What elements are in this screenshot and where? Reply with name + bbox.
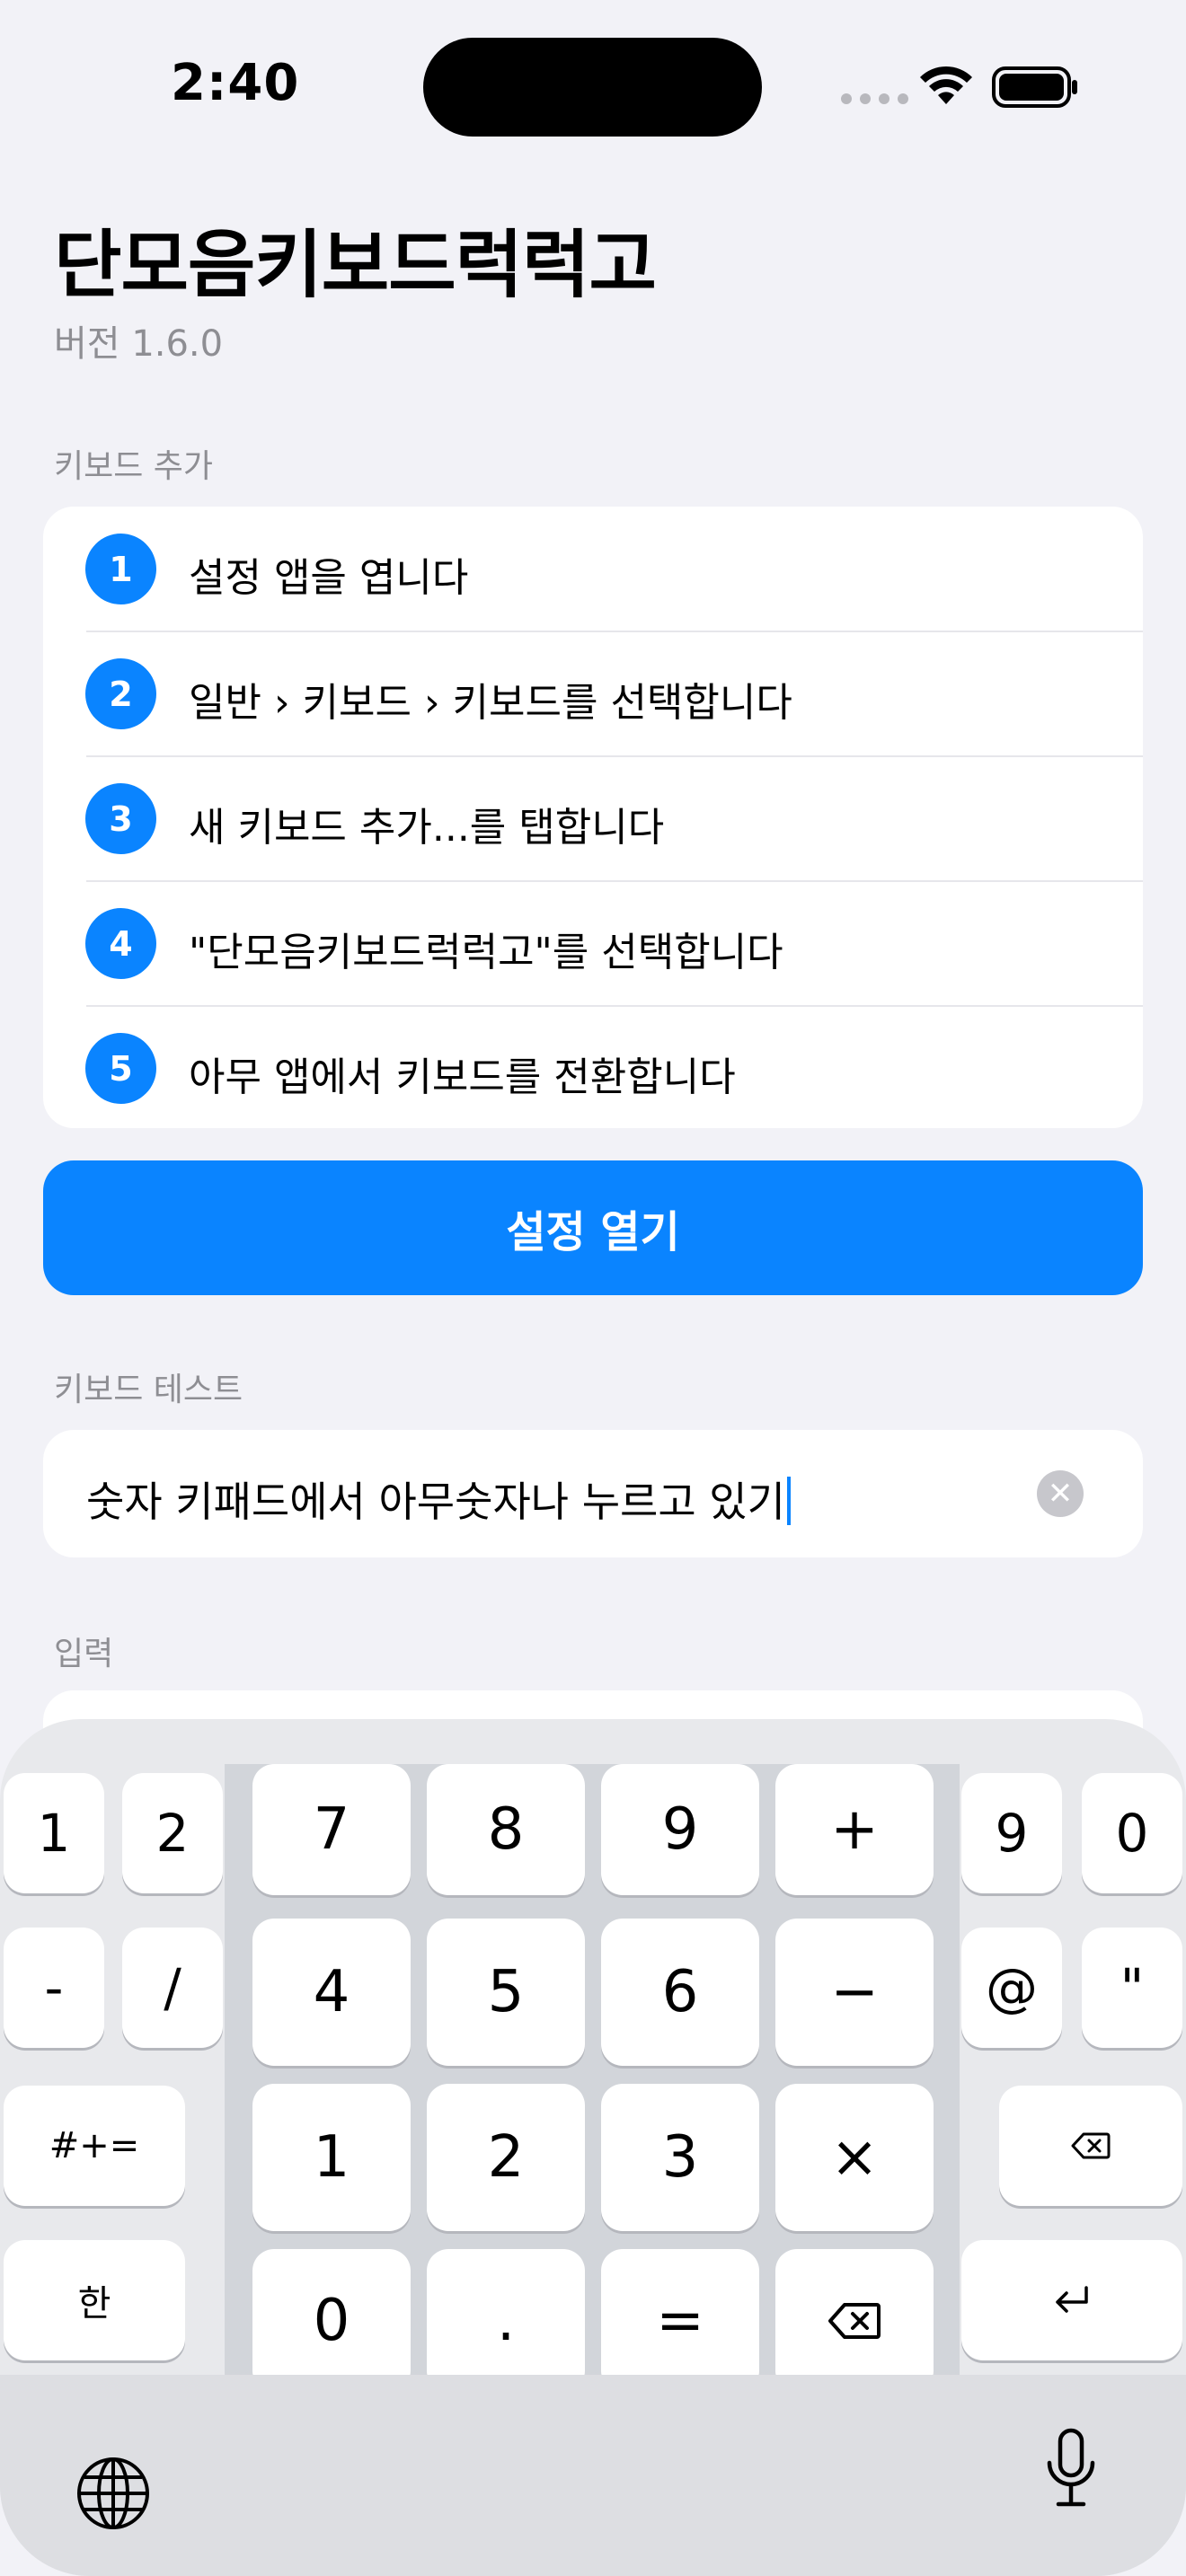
battery-icon (992, 66, 1077, 108)
step-text: 아무 앱에서 키보드를 전환합니다 (189, 1054, 736, 1100)
numpad-key-4[interactable]: 4 (252, 1919, 411, 2066)
numpad-key-2[interactable]: 2 (427, 2084, 585, 2231)
delete-icon (828, 2303, 881, 2339)
steps-card: 1 설정 앱을 엽니다 2 일반 › 키보드 › 키보드를 선택합니다 3 새 … (43, 507, 1143, 1128)
step-row: 3 새 키보드 추가...를 탭합니다 (43, 756, 1143, 881)
step-text: 일반 › 키보드 › 키보드를 선택합니다 (189, 680, 792, 726)
key-language-korean[interactable]: 한 (4, 2240, 185, 2360)
step-number-badge: 2 (85, 658, 156, 729)
numpad-key-0[interactable]: 0 (252, 2249, 411, 2393)
numpad-key-7[interactable]: 7 (252, 1764, 411, 1895)
section-label-keyboard-test: 키보드 테스트 (54, 1372, 243, 1408)
step-row: 1 설정 앱을 엽니다 (43, 507, 1143, 631)
numpad-key-plus[interactable]: + (775, 1764, 934, 1895)
numpad-key-5[interactable]: 5 (427, 1919, 585, 2066)
open-settings-button[interactable]: 설정 열기 (43, 1160, 1143, 1295)
numeric-keypad-popup: 7 8 9 + 4 5 6 − 1 2 3 × 0 . = (225, 1764, 960, 2393)
delete-icon (1071, 2132, 1111, 2159)
section-label-input: 입력 (54, 1636, 114, 1672)
numpad-key-1[interactable]: 1 (252, 2084, 411, 2231)
wifi-icon (920, 66, 972, 104)
numpad-key-6[interactable]: 6 (601, 1919, 759, 2066)
key-symbols[interactable]: #+= (4, 2086, 185, 2206)
key-slash[interactable]: / (122, 1928, 223, 2048)
page-title: 단모음키보드럭럭고 (54, 223, 657, 308)
keyboard-bottom-bar (0, 2375, 1186, 2576)
text-caret (786, 1477, 791, 1525)
numpad-key-multiply[interactable]: × (775, 2084, 934, 2231)
step-number-badge: 1 (85, 534, 156, 604)
key-0[interactable]: 0 (1082, 1773, 1182, 1893)
dynamic-island (423, 38, 762, 137)
keyboard: 1 2 - / #+= 한 9 0 @ " 7 8 9 + 4 5 6 − 1 … (0, 1719, 1186, 2576)
delete-key[interactable] (999, 2086, 1182, 2206)
numpad-key-decimal[interactable]: . (427, 2249, 585, 2393)
step-number-badge: 4 (85, 908, 156, 979)
numpad-key-8[interactable]: 8 (427, 1764, 585, 1895)
microphone-icon[interactable] (1042, 2427, 1100, 2510)
step-text: "단모음키보드럭럭고"를 선택합니다 (189, 930, 783, 975)
signal-dots-icon (841, 93, 908, 104)
test-input-value: 숫자 키패드에서 아무숫자나 누르고 있기 (86, 1478, 785, 1526)
status-time: 2:40 (171, 54, 300, 112)
step-number-badge: 3 (85, 783, 156, 854)
step-text: 새 키보드 추가...를 탭합니다 (189, 805, 665, 851)
return-icon (1056, 2286, 1088, 2313)
section-label-add-keyboard: 키보드 추가 (54, 448, 214, 485)
key-at[interactable]: @ (961, 1928, 1062, 2048)
clear-text-icon[interactable]: ✕ (1037, 1470, 1084, 1517)
step-text: 설정 앱을 엽니다 (189, 555, 469, 601)
numpad-key-9[interactable]: 9 (601, 1764, 759, 1895)
key-hyphen[interactable]: - (4, 1928, 104, 2048)
key-2[interactable]: 2 (122, 1773, 223, 1893)
numpad-delete-key[interactable] (775, 2249, 934, 2393)
step-row: 4 "단모음키보드럭럭고"를 선택합니다 (43, 881, 1143, 1006)
return-key[interactable] (961, 2240, 1182, 2360)
step-number-badge: 5 (85, 1033, 156, 1104)
numpad-key-3[interactable]: 3 (601, 2084, 759, 2231)
key-9[interactable]: 9 (961, 1773, 1062, 1893)
key-quote[interactable]: " (1082, 1928, 1182, 2048)
globe-icon[interactable] (75, 2456, 151, 2531)
key-1[interactable]: 1 (4, 1773, 104, 1893)
keyboard-test-input[interactable]: 숫자 키패드에서 아무숫자나 누르고 있기 ✕ (43, 1430, 1143, 1557)
numpad-key-equals[interactable]: = (601, 2249, 759, 2393)
version-label: 버전 1.6.0 (54, 323, 224, 365)
step-row: 2 일반 › 키보드 › 키보드를 선택합니다 (43, 631, 1143, 756)
step-row: 5 아무 앱에서 키보드를 전환합니다 (43, 1006, 1143, 1131)
numpad-key-minus[interactable]: − (775, 1919, 934, 2066)
